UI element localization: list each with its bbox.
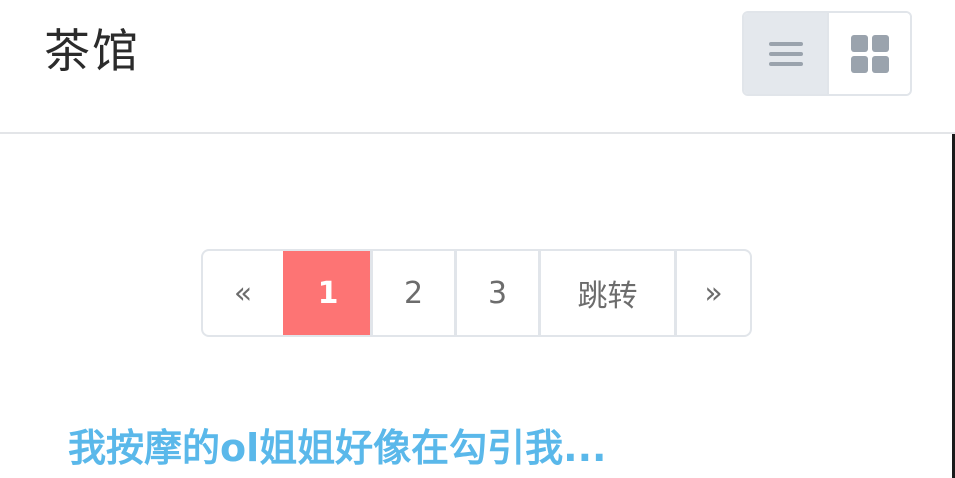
page-title: 茶馆: [44, 24, 140, 78]
page-3-button[interactable]: 3: [454, 251, 538, 335]
thread-title-link[interactable]: 我按摩的ol姐姐好像在勾引我...: [68, 421, 606, 475]
view-toggle: [742, 11, 912, 96]
page: 茶馆 « 1 2 3 跳转 » 我按摩的ol姐姐好像在勾引我...: [0, 0, 955, 478]
jump-button[interactable]: 跳转: [538, 251, 674, 335]
grid-icon: [850, 34, 889, 73]
grid-view-button[interactable]: [827, 13, 910, 94]
next-page-button[interactable]: »: [674, 251, 750, 335]
header-bar: 茶馆: [0, 0, 955, 134]
prev-page-button[interactable]: «: [203, 251, 283, 335]
page-1-button[interactable]: 1: [283, 251, 370, 335]
page-2-button[interactable]: 2: [370, 251, 454, 335]
list-view-button[interactable]: [744, 13, 827, 94]
hamburger-list-icon: [768, 41, 803, 66]
pagination: « 1 2 3 跳转 »: [201, 249, 752, 337]
